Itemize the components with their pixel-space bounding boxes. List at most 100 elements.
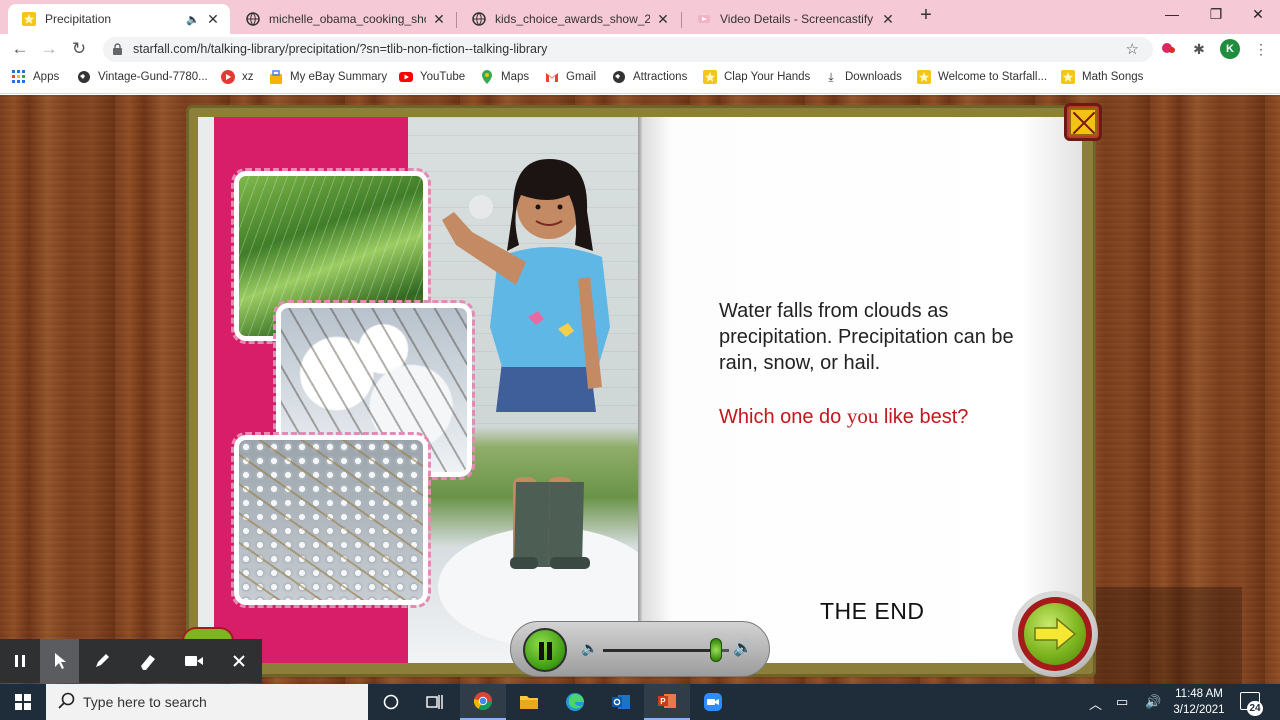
shadow-panel [1094,587,1242,685]
bookmark-xz[interactable]: xz [221,70,254,84]
bookmark-ebay[interactable]: My eBay Summary [269,70,387,84]
tab-separator [681,12,682,28]
volume-slider-fill [603,649,716,652]
powerpoint-icon[interactable]: P [644,684,690,720]
tab-close-icon[interactable]: ✕ [432,11,446,28]
globe-icon [77,70,91,84]
tab-close-icon[interactable]: ✕ [656,11,670,28]
tab-audio-icon[interactable]: 🔈 [186,13,200,26]
tab-screencastify[interactable]: Video Details - Screencastify ✕ [683,4,905,34]
cortana-icon[interactable] [368,684,414,720]
next-arrow-icon [1024,603,1086,665]
profile-avatar[interactable]: K [1220,39,1240,59]
starfall-star-icon [22,12,36,26]
notification-count: 24 [1247,701,1263,716]
windows-start-icon[interactable] [0,684,46,720]
bookmark-star-icon[interactable]: ☆ [1126,40,1139,58]
edge-icon[interactable] [552,684,598,720]
story-question: Which one do you like best? [719,404,1059,429]
apps-grid-icon [12,70,26,84]
globe-icon [472,12,486,26]
volume-slider-track[interactable] [603,638,729,662]
bookmark-gmail[interactable]: Gmail [545,70,596,84]
reload-icon[interactable]: ↻ [68,38,90,60]
globe-icon [612,70,626,84]
file-explorer-icon[interactable] [506,684,552,720]
close-x-icon [1069,108,1097,136]
bookmark-downloads[interactable]: ⤓ Downloads [824,70,902,84]
close-icon[interactable] [216,639,262,683]
camera-icon[interactable] [171,639,217,683]
clock-time: 11:48 AM [1175,688,1223,700]
extensions-puzzle-icon[interactable]: ✱ [1190,40,1208,58]
window-close-icon[interactable]: ✕ [1236,0,1280,30]
tab-title: Precipitation [45,12,112,26]
volume-slider-handle[interactable] [710,638,722,662]
pause-icon[interactable] [0,639,40,683]
zoom-icon[interactable] [690,684,736,720]
tab-close-icon[interactable]: ✕ [881,11,895,28]
extension-record-icon[interactable] [1160,40,1178,58]
restore-icon[interactable]: ❐ [1194,0,1238,30]
address-bar[interactable]: starfall.com/h/talking-library/precipita… [103,37,1153,62]
bookmark-label: Apps [33,71,60,83]
system-clock[interactable]: 11:48 AM 3/12/2021 [1168,686,1230,718]
tab-title: kids_choice_awards_show_2021.p [495,12,650,26]
audio-controls: 🔈 🔊 [510,621,770,677]
chrome-icon[interactable] [460,684,506,720]
minimize-icon[interactable]: — [1150,0,1194,30]
back-arrow-icon[interactable]: ← [9,38,31,60]
taskbar-search-input[interactable]: Type here to search [46,684,368,720]
show-hidden-icons[interactable]: ︿ [1089,694,1102,713]
screencastify-toolbar [0,639,262,683]
bookmark-math-songs[interactable]: Math Songs [1061,70,1143,84]
pen-icon[interactable] [79,639,125,683]
url-text: starfall.com/h/talking-library/precipita… [133,42,548,56]
windows-taskbar: Type here to search P ︿ ▭ 🔊 11:48 AM 3/1… [0,684,1280,720]
tab-precipitation[interactable]: Precipitation 🔈 ✕ [8,4,230,34]
menu-kebab-icon[interactable]: ⋮ [1252,40,1270,58]
next-button-ring [1018,597,1092,671]
bookmark-clap-your-hands[interactable]: Clap Your Hands [703,70,810,84]
bookmark-attractions[interactable]: Attractions [612,70,687,84]
speaker-icon[interactable]: 🔊 [1145,694,1161,710]
volume-high-icon: 🔊 [733,640,753,657]
star-icon [917,70,931,84]
tab-title: michelle_obama_cooking_show.p [269,12,426,26]
bookmark-label: Maps [501,71,530,83]
new-tab-button[interactable]: + [916,5,936,26]
svg-text:P: P [660,697,666,706]
hail-photo [231,432,431,608]
star-icon [1061,70,1075,84]
bookmark-vintage-gund[interactable]: Vintage-Gund-7780... [77,70,208,84]
bookmark-maps[interactable]: Maps [480,70,529,84]
story-paragraph: Water falls from clouds as precipitation… [719,300,1014,374]
bookmark-label: Clap Your Hands [724,71,811,83]
battery-icon[interactable]: ▭ [1116,694,1128,710]
next-page-button[interactable] [1012,591,1098,677]
cursor-icon[interactable] [39,639,80,683]
forward-arrow-icon[interactable]: → [38,38,60,60]
tab-kids-choice[interactable]: kids_choice_awards_show_2021.p ✕ [458,4,680,34]
audio-pause-button[interactable] [523,628,567,672]
question-text-end: like best? [878,406,969,428]
question-emphasis: you [846,404,879,428]
close-book-button[interactable] [1064,103,1102,141]
outlook-icon[interactable] [598,684,644,720]
tab-michelle-obama[interactable]: michelle_obama_cooking_show.p ✕ [232,4,456,34]
bookmark-label: Welcome to Starfall... [938,71,1048,83]
bookmark-apps[interactable]: Apps [12,70,59,84]
download-icon: ⤓ [828,70,834,84]
search-placeholder: Type here to search [83,694,207,710]
eraser-icon[interactable] [125,639,171,683]
bookmark-label: YouTube [420,71,466,83]
bookmark-label: Downloads [845,71,902,83]
bookmark-welcome-starfall[interactable]: Welcome to Starfall... [917,70,1047,84]
question-text-start: Which one do [719,406,847,428]
bookmark-youtube[interactable]: YouTube [399,70,465,84]
bookmark-label: Math Songs [1082,71,1144,83]
tab-close-icon[interactable]: ✕ [206,11,220,28]
task-view-icon[interactable] [412,684,458,720]
page-content: Water falls from clouds as precipitation… [0,95,1280,685]
youtube-icon [399,70,413,84]
